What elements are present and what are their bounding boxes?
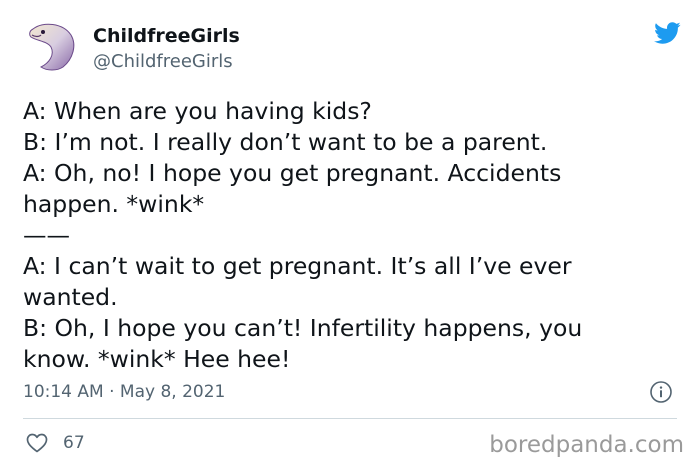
twitter-bird-icon[interactable] [651, 19, 683, 47]
tweet-timestamp[interactable]: 10:14 AM · May 8, 2021 [23, 380, 225, 404]
divider [23, 418, 677, 419]
heart-icon[interactable] [25, 431, 49, 455]
display-name[interactable]: ChildfreeGirls [93, 24, 240, 48]
seal-avatar-icon [29, 23, 75, 71]
tweet-line: B: Oh, I hope you can’t! Infertility hap… [23, 314, 583, 342]
watermark: boredpanda.com [489, 432, 684, 458]
tweet-line: wanted. [23, 283, 118, 311]
user-info: ChildfreeGirls @ChildfreeGirls [93, 24, 240, 74]
user-handle[interactable]: @ChildfreeGirls [93, 50, 240, 74]
tweet-line: A: I can’t wait to get pregnant. It’s al… [23, 252, 572, 280]
tweet-header: ChildfreeGirls @ChildfreeGirls [23, 15, 683, 85]
tweet-line: A: When are you having kids? [23, 97, 372, 125]
tweet-line-separator: —— [23, 221, 70, 249]
tweet-line: happen. *wink* [23, 190, 205, 218]
info-icon[interactable] [649, 380, 673, 404]
like-button[interactable]: 67 [25, 430, 85, 456]
tweet-line: B: I’m not. I really don’t want to be a … [23, 128, 548, 156]
tweet-text: A: When are you having kids? B: I’m not.… [23, 96, 683, 375]
tweet-line: A: Oh, no! I hope you get pregnant. Acci… [23, 159, 562, 187]
tweet-line: know. *wink* Hee hee! [23, 345, 291, 373]
tweet-card: ChildfreeGirls @ChildfreeGirls A: When a… [0, 0, 700, 471]
avatar[interactable] [23, 15, 83, 75]
like-count: 67 [63, 433, 85, 453]
